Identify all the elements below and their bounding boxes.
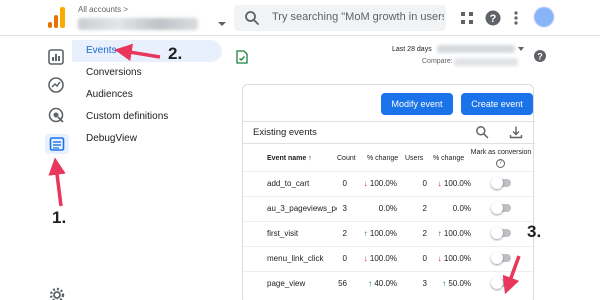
main-content: Last 28 days Compare: ? Modify event Cre… bbox=[222, 36, 600, 300]
users-change-cell: ↑ 50.0% bbox=[442, 279, 471, 288]
count-change-cell: 0.0% bbox=[378, 204, 397, 213]
users-cell: 0 bbox=[422, 254, 427, 263]
arrow-down-icon: ↓ bbox=[363, 254, 368, 263]
search-icon[interactable] bbox=[475, 125, 489, 139]
col-users[interactable]: Users bbox=[405, 155, 423, 162]
configure-subnav: Events Conversions Audiences Custom defi… bbox=[72, 36, 222, 300]
divider bbox=[243, 121, 535, 122]
configure-list-icon bbox=[49, 137, 65, 151]
admin-gear-icon[interactable] bbox=[48, 286, 66, 300]
step-1-label: 1. bbox=[52, 208, 67, 227]
help-icon[interactable]: ? bbox=[484, 9, 502, 27]
search-icon bbox=[245, 11, 259, 25]
arrow-up-icon: ↑ bbox=[437, 229, 442, 238]
arrow-down-icon: ↓ bbox=[437, 179, 442, 188]
reports-icon[interactable] bbox=[47, 48, 65, 66]
subnav-item-custom-definitions[interactable]: Custom definitions bbox=[72, 106, 222, 128]
compare-label: Compare: bbox=[422, 58, 453, 65]
col-event-name[interactable]: Event name ↑ bbox=[267, 155, 312, 162]
mark-as-conversion-toggle[interactable] bbox=[491, 202, 511, 214]
ga-admin-events-screen: All accounts > Try searching "MoM growth… bbox=[0, 0, 600, 300]
mark-as-conversion-toggle[interactable] bbox=[491, 227, 511, 239]
help-circle-icon[interactable]: ? bbox=[496, 159, 505, 168]
toggle-knob bbox=[491, 202, 503, 214]
download-icon[interactable] bbox=[509, 125, 523, 139]
arrow-down-icon: ↓ bbox=[437, 254, 442, 263]
table-row[interactable]: first_visit 2 ↑ 100.0% 2 ↑ 100.0% bbox=[243, 221, 535, 245]
table-row[interactable]: page_view 56 ↑ 40.0% 3 ↑ 50.0% bbox=[243, 271, 535, 295]
count-change-cell: ↑ 40.0% bbox=[368, 279, 397, 288]
subnav-item-conversions[interactable]: Conversions bbox=[72, 62, 222, 84]
count-change-cell: ↓ 100.0% bbox=[363, 179, 397, 188]
users-change-cell: 0.0% bbox=[452, 204, 471, 213]
subnav-item-debugview[interactable]: DebugView bbox=[72, 128, 222, 150]
apps-grid-icon[interactable] bbox=[458, 9, 476, 27]
users-cell: 0 bbox=[422, 179, 427, 188]
mark-as-conversion-toggle[interactable] bbox=[491, 252, 511, 264]
count-cell: 3 bbox=[342, 204, 347, 213]
avatar[interactable] bbox=[534, 7, 554, 27]
more-vert-icon[interactable] bbox=[507, 9, 525, 27]
svg-text:?: ? bbox=[490, 13, 497, 25]
create-event-button[interactable]: Create event bbox=[461, 93, 533, 115]
events-card: Modify event Create event Existing event… bbox=[242, 84, 535, 300]
help-icon[interactable]: ? bbox=[533, 49, 547, 63]
users-change-cell: ↓ 100.0% bbox=[437, 254, 471, 263]
chevron-down-icon bbox=[218, 22, 226, 26]
divider bbox=[243, 143, 535, 144]
arrow-up-icon: ↑ bbox=[442, 279, 447, 288]
subnav-item-audiences[interactable]: Audiences bbox=[72, 84, 222, 106]
svg-text:?: ? bbox=[537, 52, 543, 62]
arrow-up-icon: ↑ bbox=[363, 229, 368, 238]
count-cell: 0 bbox=[342, 179, 347, 188]
count-cell: 56 bbox=[338, 279, 347, 288]
table-row[interactable]: add_to_cart 0 ↓ 100.0% 0 ↓ 100.0% bbox=[243, 171, 535, 195]
mark-as-conversion-toggle[interactable] bbox=[491, 277, 511, 289]
users-change-cell: ↓ 100.0% bbox=[437, 179, 471, 188]
chevron-down-icon[interactable] bbox=[518, 47, 524, 51]
col-pct-change[interactable]: % change bbox=[433, 155, 464, 162]
date-range-value-redacted[interactable] bbox=[437, 45, 515, 53]
count-change-cell: ↓ 100.0% bbox=[363, 254, 397, 263]
left-nav-rail bbox=[42, 36, 72, 300]
table-row[interactable]: au_3_pageviews_per 3 0.0% 2 0.0% bbox=[243, 196, 535, 220]
search-input[interactable]: Try searching "MoM growth in users" bbox=[272, 11, 444, 23]
search-bar[interactable]: Try searching "MoM growth in users" bbox=[234, 5, 446, 31]
col-pct-change[interactable]: % change bbox=[367, 155, 398, 162]
top-app-bar: All accounts > Try searching "MoM growth… bbox=[0, 0, 600, 36]
subnav-item-events[interactable]: Events bbox=[72, 40, 222, 62]
users-cell: 2 bbox=[422, 204, 427, 213]
toggle-knob bbox=[491, 227, 503, 239]
step-3-label: 3. bbox=[527, 222, 542, 241]
count-cell: 2 bbox=[342, 229, 347, 238]
col-count[interactable]: Count bbox=[337, 155, 356, 162]
report-doc-icon[interactable] bbox=[236, 50, 248, 64]
col-mark-as-conversion[interactable]: Mark as conversion bbox=[469, 148, 533, 157]
analytics-logo[interactable] bbox=[48, 6, 66, 28]
count-change-cell: ↑ 100.0% bbox=[363, 229, 397, 238]
mark-as-conversion-toggle[interactable] bbox=[491, 177, 511, 189]
arrow-down-icon: ↓ bbox=[363, 179, 368, 188]
compare-value-redacted bbox=[454, 58, 518, 66]
toggle-knob bbox=[491, 177, 503, 189]
toggle-knob bbox=[491, 252, 503, 264]
card-title: Existing events bbox=[253, 127, 317, 138]
arrow-up-icon: ↑ bbox=[368, 279, 373, 288]
property-name-redacted bbox=[78, 18, 198, 30]
advertising-icon[interactable] bbox=[47, 106, 65, 124]
table-row[interactable]: menu_link_click 0 ↓ 100.0% 0 ↓ 100.0% bbox=[243, 246, 535, 270]
explore-icon[interactable] bbox=[47, 76, 65, 94]
users-cell: 2 bbox=[422, 229, 427, 238]
breadcrumb: All accounts > bbox=[78, 5, 129, 14]
toggle-knob bbox=[491, 277, 503, 289]
step-2-label: 2. bbox=[168, 44, 183, 63]
account-selector[interactable]: All accounts > bbox=[78, 5, 228, 30]
users-change-cell: ↑ 100.0% bbox=[437, 229, 471, 238]
modify-event-button[interactable]: Modify event bbox=[381, 93, 453, 115]
date-range-label: Last 28 days bbox=[392, 46, 432, 53]
users-cell: 3 bbox=[422, 279, 427, 288]
count-cell: 0 bbox=[342, 254, 347, 263]
configure-nav-active[interactable] bbox=[45, 134, 69, 154]
